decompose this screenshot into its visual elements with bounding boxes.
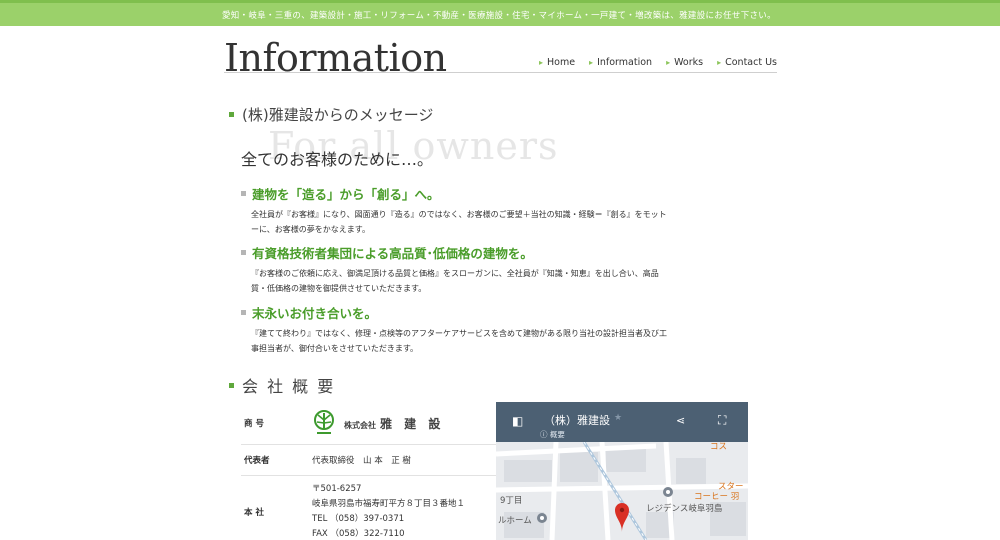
company-logo-name: 株式会社雅 建 設: [344, 415, 444, 432]
map-poi-label: コス: [710, 442, 728, 452]
top-banner: 愛知・岐阜・三重の、建築設計・施工・リフォーム・不動産・医療施設・住宅・マイホー…: [0, 0, 1000, 26]
map-place-title: （株）雅建設: [544, 414, 610, 427]
company-logo: 株式会社雅 建 設: [312, 410, 444, 436]
bullet-square-icon: [229, 112, 234, 117]
bullet-square-icon: [241, 310, 246, 315]
postal-code: 〒501-6257: [312, 484, 362, 494]
bullet-square-icon: [229, 382, 234, 388]
nav-contact-us-label: Contact Us: [725, 57, 777, 68]
row-label: 本 社: [244, 508, 264, 518]
message-heading-text: (株)雅建設からのメッセージ: [242, 106, 434, 124]
street-address: 岐阜県羽島市福寿町平方８丁目３番地１: [312, 499, 466, 509]
map-embed[interactable]: ◧ （株）雅建設 ★ ⓘ 概要 ⋖ ⛶ コス 9丁目 ルホーム レジデンス岐阜羽…: [496, 402, 748, 540]
row-label: 代表者: [244, 456, 270, 466]
message-point: 建物を「造る」から「創る」へ。 全社員が『お客様』になり、図面通り『造る』のでは…: [241, 184, 671, 237]
point-body: 『建てて終わり』ではなく、修理・点検等のアフターケアサービスを含めて建物がある限…: [251, 329, 667, 353]
phone-number: TEL （058）397-0371: [312, 514, 405, 524]
nav-information[interactable]: ▸ Information: [589, 57, 652, 68]
row-value: 〒501-6257 岐阜県羽島市福寿町平方８丁目３番地１ TEL （058）39…: [312, 476, 496, 540]
map-street-label: 9丁目: [500, 496, 523, 506]
arrow-right-icon: ▸: [717, 58, 722, 67]
company-logo-icon: [314, 410, 334, 434]
company-section-heading: 会 社 概 要: [229, 373, 335, 397]
arrow-right-icon: ▸: [538, 58, 543, 67]
company-logo-prefix: 株式会社: [344, 419, 376, 430]
nav-works-label: Works: [674, 57, 704, 68]
map-poi-label: レジデンス岐阜羽島: [646, 504, 723, 514]
nav-home[interactable]: ▸ Home: [539, 57, 575, 68]
map-poi-label: ルホーム: [498, 516, 532, 526]
top-banner-text: 愛知・岐阜・三重の、建築設計・施工・リフォーム・不動産・医療施設・住宅・マイホー…: [222, 11, 776, 21]
row-label: 商 号: [244, 419, 264, 429]
arrow-right-icon: ▸: [589, 58, 594, 67]
bullet-square-icon: [241, 191, 246, 196]
point-body: 全社員が『お客様』になり、図面通り『造る』のではなく、お客様のご要望＋当社の知識…: [251, 210, 667, 234]
main-nav: ▸ Home ▸ Information ▸ Works ▸ Contact U…: [539, 57, 777, 68]
title-divider: [224, 72, 777, 73]
page-title: Information: [224, 36, 447, 80]
company-logo-text: 雅 建 設: [380, 416, 445, 431]
nav-home-label: Home: [546, 57, 576, 68]
row-value: 株式会社雅 建 設: [312, 402, 496, 444]
row-value: 代表取締役 山 本 正 樹: [312, 456, 411, 466]
message-section-heading: (株)雅建設からのメッセージ: [229, 104, 433, 125]
address-block: 〒501-6257 岐阜県羽島市福寿町平方８丁目３番地１ TEL （058）39…: [312, 476, 465, 540]
point-body: 『お客様のご依頼に応え、御満足頂ける品質と価格』をスローガンに、全社員が『知識・…: [251, 269, 659, 293]
table-row: 本 社 〒501-6257 岐阜県羽島市福寿町平方８丁目３番地１ TEL （05…: [241, 476, 496, 540]
arrow-right-icon: ▸: [666, 58, 671, 67]
bullet-square-icon: [241, 250, 246, 255]
map-overview-label: 概要: [549, 430, 565, 439]
table-row: 商 号 株式会社雅 建 設: [241, 402, 496, 445]
fax-number: FAX （058）322-7110: [312, 529, 405, 539]
star-icon[interactable]: ★: [614, 413, 622, 423]
nav-information-label: Information: [597, 57, 653, 68]
sidebar-panel-icon[interactable]: ◧: [512, 414, 523, 428]
point-title: 有資格技術者集団による高品質･低価格の建物を。: [252, 246, 533, 261]
point-title: 建物を「造る」から「創る」へ。: [252, 187, 440, 202]
share-icon[interactable]: ⋖: [676, 414, 685, 427]
map-overview-link[interactable]: ⓘ 概要: [540, 429, 565, 440]
nav-works[interactable]: ▸ Works: [666, 57, 703, 68]
map-poi-label: コーヒー 羽: [694, 492, 740, 502]
company-table: 商 号 株式会社雅 建 設 代表者 代表取締役 山 本 正 樹 本 社 〒501…: [241, 402, 496, 540]
point-title: 末永いお付き合いを。: [252, 306, 378, 321]
message-point: 末永いお付き合いを。 『建てて終わり』ではなく、修理・点検等のアフターケアサービ…: [241, 303, 671, 356]
fullscreen-icon[interactable]: ⛶: [718, 413, 726, 428]
map-header: ◧ （株）雅建設 ★ ⓘ 概要 ⋖ ⛶: [496, 402, 748, 442]
company-heading-text: 会 社 概 要: [242, 377, 336, 396]
table-row: 代表者 代表取締役 山 本 正 樹: [241, 445, 496, 476]
nav-contact-us[interactable]: ▸ Contact Us: [717, 57, 777, 68]
message-point: 有資格技術者集団による高品質･低価格の建物を。 『お客様のご依頼に応え、御満足頂…: [241, 243, 671, 296]
lead-text: 全てのお客様のために…。: [241, 150, 434, 169]
